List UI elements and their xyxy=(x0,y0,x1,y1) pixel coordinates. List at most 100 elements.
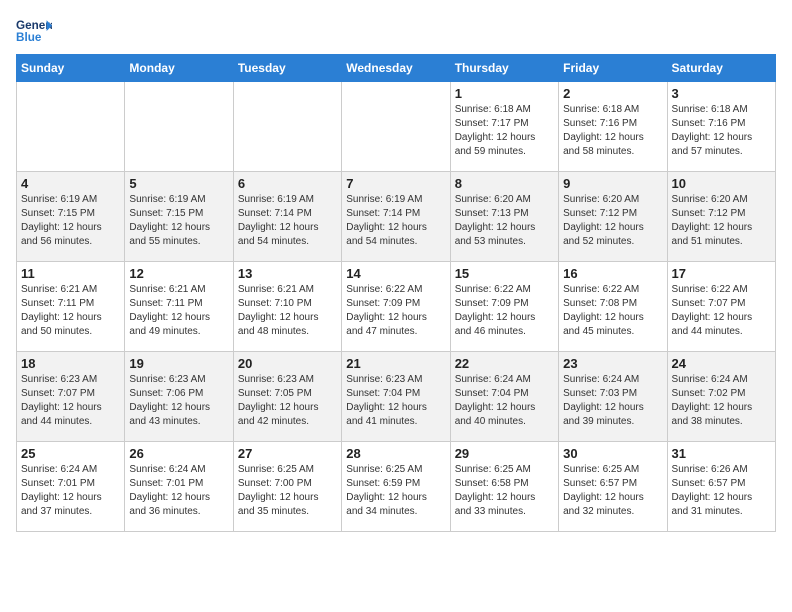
day-info: Sunrise: 6:23 AM Sunset: 7:07 PM Dayligh… xyxy=(21,373,120,429)
weekday-header: Wednesday xyxy=(342,55,450,82)
day-info: Sunrise: 6:24 AM Sunset: 7:02 PM Dayligh… xyxy=(672,373,771,429)
day-number: 31 xyxy=(672,446,771,461)
calendar-cell: 1 Sunrise: 6:18 AM Sunset: 7:17 PM Daylig… xyxy=(450,82,558,172)
calendar-week-row: 4 Sunrise: 6:19 AM Sunset: 7:15 PM Daylig… xyxy=(17,172,776,262)
calendar-cell xyxy=(17,82,125,172)
day-number: 13 xyxy=(238,266,337,281)
calendar-cell: 11 Sunrise: 6:21 AM Sunset: 7:11 PM Dayli… xyxy=(17,262,125,352)
day-info: Sunrise: 6:25 AM Sunset: 7:00 PM Dayligh… xyxy=(238,463,337,519)
weekday-header: Thursday xyxy=(450,55,558,82)
calendar-cell: 6 Sunrise: 6:19 AM Sunset: 7:14 PM Daylig… xyxy=(233,172,341,262)
day-number: 8 xyxy=(455,176,554,191)
weekday-header: Sunday xyxy=(17,55,125,82)
day-info: Sunrise: 6:24 AM Sunset: 7:01 PM Dayligh… xyxy=(129,463,228,519)
day-number: 20 xyxy=(238,356,337,371)
calendar-cell: 9Sunrise: 6:20 AM Sunset: 7:12 PM Daylig… xyxy=(559,172,667,262)
calendar-cell: 29Sunrise: 6:25 AM Sunset: 6:58 PM Dayli… xyxy=(450,442,558,532)
day-info: Sunrise: 6:22 AM Sunset: 7:08 PM Dayligh… xyxy=(563,283,662,339)
day-info: Sunrise: 6:25 AM Sunset: 6:59 PM Dayligh… xyxy=(346,463,445,519)
day-info: Sunrise: 6:19 AM Sunset: 7:14 PM Dayligh… xyxy=(346,193,445,249)
weekday-header: Saturday xyxy=(667,55,775,82)
day-info: Sunrise: 6:20 AM Sunset: 7:13 PM Dayligh… xyxy=(455,193,554,249)
day-info: Sunrise: 6:22 AM Sunset: 7:09 PM Dayligh… xyxy=(346,283,445,339)
day-number: 5 xyxy=(129,176,228,191)
calendar-cell: 23Sunrise: 6:24 AM Sunset: 7:03 PM Dayli… xyxy=(559,352,667,442)
calendar-cell: 4 Sunrise: 6:19 AM Sunset: 7:15 PM Daylig… xyxy=(17,172,125,262)
day-info: Sunrise: 6:20 AM Sunset: 7:12 PM Dayligh… xyxy=(563,193,662,249)
calendar-cell: 3 Sunrise: 6:18 AM Sunset: 7:16 PM Daylig… xyxy=(667,82,775,172)
day-info: Sunrise: 6:24 AM Sunset: 7:04 PM Dayligh… xyxy=(455,373,554,429)
calendar-cell: 25 Sunrise: 6:24 AM Sunset: 7:01 PM Dayli… xyxy=(17,442,125,532)
weekday-header: Tuesday xyxy=(233,55,341,82)
page-header: General Blue xyxy=(16,16,776,46)
day-info: Sunrise: 6:26 AM Sunset: 6:57 PM Dayligh… xyxy=(672,463,771,519)
calendar-cell: 21 Sunrise: 6:23 AM Sunset: 7:04 PM Dayli… xyxy=(342,352,450,442)
day-number: 3 xyxy=(672,86,771,101)
calendar-cell: 18 Sunrise: 6:23 AM Sunset: 7:07 PM Dayli… xyxy=(17,352,125,442)
day-number: 6 xyxy=(238,176,337,191)
day-number: 1 xyxy=(455,86,554,101)
day-number: 18 xyxy=(21,356,120,371)
day-info: Sunrise: 6:23 AM Sunset: 7:05 PM Dayligh… xyxy=(238,373,337,429)
calendar-cell: 16 Sunrise: 6:22 AM Sunset: 7:08 PM Dayli… xyxy=(559,262,667,352)
calendar-cell: 7 Sunrise: 6:19 AM Sunset: 7:14 PM Daylig… xyxy=(342,172,450,262)
calendar-cell: 5Sunrise: 6:19 AM Sunset: 7:15 PM Daylig… xyxy=(125,172,233,262)
day-info: Sunrise: 6:21 AM Sunset: 7:11 PM Dayligh… xyxy=(21,283,120,339)
day-number: 11 xyxy=(21,266,120,281)
day-number: 29 xyxy=(455,446,554,461)
day-number: 24 xyxy=(672,356,771,371)
day-info: Sunrise: 6:18 AM Sunset: 7:16 PM Dayligh… xyxy=(672,103,771,159)
calendar-cell xyxy=(233,82,341,172)
day-info: Sunrise: 6:19 AM Sunset: 7:14 PM Dayligh… xyxy=(238,193,337,249)
calendar-cell: 17Sunrise: 6:22 AM Sunset: 7:07 PM Dayli… xyxy=(667,262,775,352)
day-info: Sunrise: 6:22 AM Sunset: 7:07 PM Dayligh… xyxy=(672,283,771,339)
calendar-cell: 19 Sunrise: 6:23 AM Sunset: 7:06 PM Dayli… xyxy=(125,352,233,442)
day-info: Sunrise: 6:19 AM Sunset: 7:15 PM Dayligh… xyxy=(21,193,120,249)
calendar-cell: 30 Sunrise: 6:25 AM Sunset: 6:57 PM Dayli… xyxy=(559,442,667,532)
calendar-cell: 31 Sunrise: 6:26 AM Sunset: 6:57 PM Dayli… xyxy=(667,442,775,532)
calendar-cell xyxy=(125,82,233,172)
day-number: 21 xyxy=(346,356,445,371)
day-info: Sunrise: 6:21 AM Sunset: 7:10 PM Dayligh… xyxy=(238,283,337,339)
logo: General Blue xyxy=(16,16,52,46)
day-number: 23 xyxy=(563,356,662,371)
day-number: 28 xyxy=(346,446,445,461)
calendar-cell: 26 Sunrise: 6:24 AM Sunset: 7:01 PM Dayli… xyxy=(125,442,233,532)
day-number: 19 xyxy=(129,356,228,371)
day-info: Sunrise: 6:18 AM Sunset: 7:16 PM Dayligh… xyxy=(563,103,662,159)
day-info: Sunrise: 6:22 AM Sunset: 7:09 PM Dayligh… xyxy=(455,283,554,339)
calendar-week-row: 1 Sunrise: 6:18 AM Sunset: 7:17 PM Daylig… xyxy=(17,82,776,172)
calendar-header-row: SundayMondayTuesdayWednesdayThursdayFrid… xyxy=(17,55,776,82)
day-number: 22 xyxy=(455,356,554,371)
calendar-cell: 2Sunrise: 6:18 AM Sunset: 7:16 PM Daylig… xyxy=(559,82,667,172)
calendar-cell: 20 Sunrise: 6:23 AM Sunset: 7:05 PM Dayli… xyxy=(233,352,341,442)
day-number: 10 xyxy=(672,176,771,191)
day-info: Sunrise: 6:24 AM Sunset: 7:01 PM Dayligh… xyxy=(21,463,120,519)
day-number: 4 xyxy=(21,176,120,191)
day-number: 30 xyxy=(563,446,662,461)
calendar-cell: 13 Sunrise: 6:21 AM Sunset: 7:10 PM Dayli… xyxy=(233,262,341,352)
calendar-cell: 22 Sunrise: 6:24 AM Sunset: 7:04 PM Dayli… xyxy=(450,352,558,442)
day-number: 25 xyxy=(21,446,120,461)
day-info: Sunrise: 6:18 AM Sunset: 7:17 PM Dayligh… xyxy=(455,103,554,159)
day-info: Sunrise: 6:23 AM Sunset: 7:06 PM Dayligh… xyxy=(129,373,228,429)
svg-text:Blue: Blue xyxy=(16,31,42,44)
calendar-cell: 14Sunrise: 6:22 AM Sunset: 7:09 PM Dayli… xyxy=(342,262,450,352)
day-number: 27 xyxy=(238,446,337,461)
day-number: 26 xyxy=(129,446,228,461)
calendar-week-row: 11 Sunrise: 6:21 AM Sunset: 7:11 PM Dayli… xyxy=(17,262,776,352)
day-number: 12 xyxy=(129,266,228,281)
day-info: Sunrise: 6:25 AM Sunset: 6:57 PM Dayligh… xyxy=(563,463,662,519)
day-number: 16 xyxy=(563,266,662,281)
day-number: 15 xyxy=(455,266,554,281)
calendar-cell: 24 Sunrise: 6:24 AM Sunset: 7:02 PM Dayli… xyxy=(667,352,775,442)
day-info: Sunrise: 6:21 AM Sunset: 7:11 PM Dayligh… xyxy=(129,283,228,339)
day-info: Sunrise: 6:23 AM Sunset: 7:04 PM Dayligh… xyxy=(346,373,445,429)
calendar-cell: 12 Sunrise: 6:21 AM Sunset: 7:11 PM Dayli… xyxy=(125,262,233,352)
calendar-week-row: 18 Sunrise: 6:23 AM Sunset: 7:07 PM Dayli… xyxy=(17,352,776,442)
calendar-cell: 8 Sunrise: 6:20 AM Sunset: 7:13 PM Daylig… xyxy=(450,172,558,262)
calendar-cell: 27 Sunrise: 6:25 AM Sunset: 7:00 PM Dayli… xyxy=(233,442,341,532)
weekday-header: Monday xyxy=(125,55,233,82)
day-number: 7 xyxy=(346,176,445,191)
calendar-cell: 28 Sunrise: 6:25 AM Sunset: 6:59 PM Dayli… xyxy=(342,442,450,532)
